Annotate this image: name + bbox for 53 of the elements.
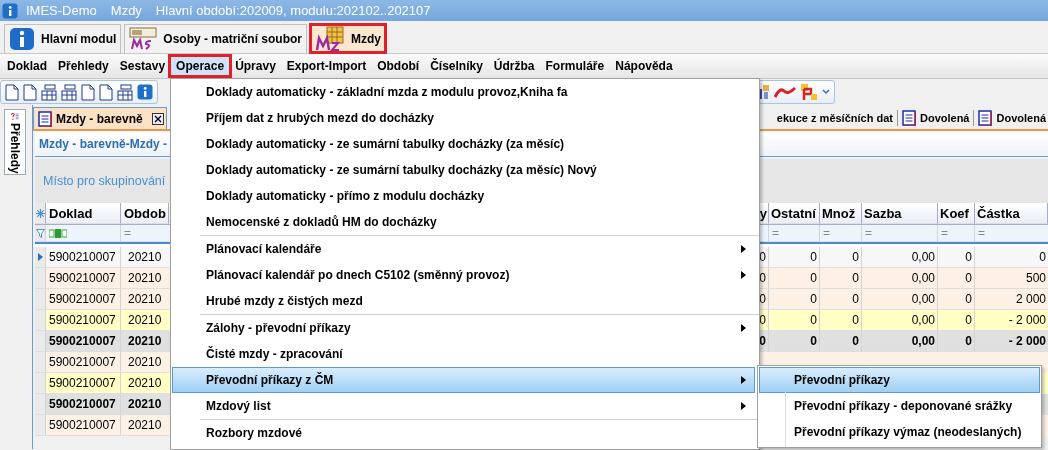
table-cell: 0 [759, 313, 766, 327]
table-cell: 20210 [128, 397, 162, 411]
group-placeholder: Místo pro skupinování [43, 174, 166, 188]
table-cell: 0 [759, 271, 766, 285]
table-cell: 0 [852, 292, 859, 306]
table-cell: 5900210007 [49, 355, 116, 369]
table-cell: 0,00 [911, 271, 935, 285]
table-cell: - 2 000 [1008, 313, 1046, 327]
table-cell: 0 [852, 250, 859, 264]
table-cell: 20210 [128, 271, 162, 285]
table-cell: 0 [965, 334, 972, 348]
table-cell: 0,00 [911, 250, 935, 264]
module-name: Mzdy [110, 3, 142, 18]
table-cell: 20210 [128, 292, 162, 306]
table-cell: 0 [759, 334, 766, 348]
table-cell: 5900210007 [49, 271, 116, 285]
table-cell: 0 [810, 250, 817, 264]
breadcrumb: Mzdy - barevně-Mzdy - [39, 137, 167, 151]
table-cell: 20210 [128, 355, 162, 369]
table-cell: 5900210007 [49, 418, 116, 432]
table-cell: 0 [810, 271, 817, 285]
table-cell: 2 000 [1015, 292, 1046, 306]
table-cell: - 2 000 [1008, 334, 1046, 348]
table-cell: 0 [810, 334, 817, 348]
table-cell: 20210 [128, 376, 162, 390]
table-cell: 5900210007 [49, 376, 116, 390]
table-cell: 0 [852, 271, 859, 285]
table-cell: 20210 [128, 418, 162, 432]
table-cell: 500 [1025, 271, 1046, 285]
table-cell: 0 [810, 313, 817, 327]
table-cell: 0 [1039, 250, 1046, 264]
table-cell: 0,00 [911, 313, 935, 327]
period-info: Hlavní období:202009, modulu:202102..202107 [155, 3, 431, 18]
table-cell: 20210 [128, 250, 162, 264]
table-cell: 5900210007 [49, 292, 116, 306]
table-cell: 0 [965, 292, 972, 306]
table-cell: 5900210007 [49, 250, 116, 264]
table-cell: 0 [965, 250, 972, 264]
table-cell: 20210 [128, 334, 162, 348]
table-cell: 5900210007 [49, 334, 116, 348]
table-cell: 0 [852, 313, 859, 327]
table-cell: 0 [852, 334, 859, 348]
table-cell: 0,00 [911, 334, 935, 348]
table-cell: 20210 [128, 313, 162, 327]
table-cell: 0 [965, 271, 972, 285]
table-cell: 0 [965, 313, 972, 327]
app-name: IMES-Demo [26, 3, 97, 18]
table-cell: 0 [759, 250, 766, 264]
table-cell: 0 [810, 292, 817, 306]
table-cell: 0,00 [911, 292, 935, 306]
table-cell: 5900210007 [49, 313, 116, 327]
table-cell: 5900210007 [49, 397, 116, 411]
table-cell: 0 [759, 292, 766, 306]
